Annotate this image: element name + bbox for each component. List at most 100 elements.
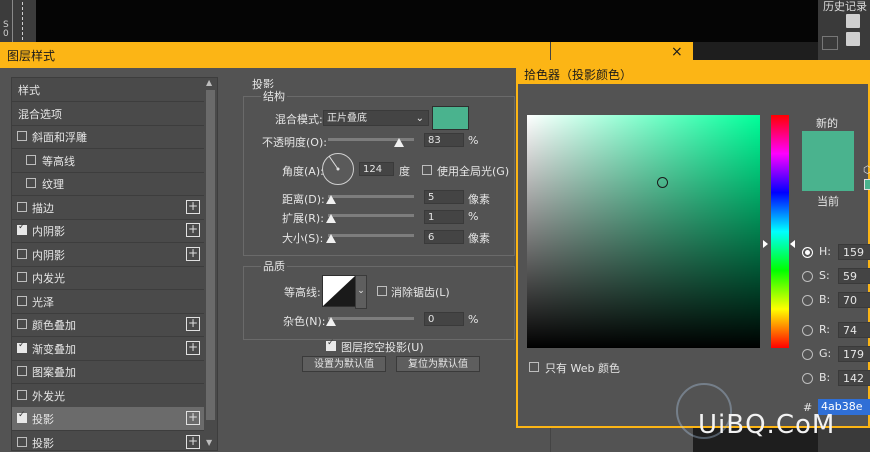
- chevron-down-icon[interactable]: ⌄: [355, 275, 367, 309]
- channel-input[interactable]: 74: [838, 322, 870, 338]
- blend-mode-select[interactable]: 正片叠底 ⌄: [323, 110, 429, 126]
- style-checkbox[interactable]: [17, 201, 27, 212]
- scrollbar-thumb[interactable]: [206, 90, 215, 420]
- add-icon[interactable]: +: [186, 317, 200, 331]
- add-icon[interactable]: +: [186, 340, 200, 355]
- style-checkbox[interactable]: [17, 272, 27, 282]
- channel-input[interactable]: 142: [838, 370, 870, 386]
- scroll-down-icon[interactable]: ▼: [206, 438, 212, 447]
- spread-slider-handle[interactable]: [326, 214, 336, 223]
- style-list-item[interactable]: 内阴影 +: [12, 219, 204, 243]
- spread-slider[interactable]: [328, 214, 414, 217]
- noise-slider-handle[interactable]: [326, 317, 336, 326]
- noise-slider[interactable]: [328, 317, 414, 320]
- size-slider[interactable]: [328, 234, 414, 237]
- add-icon[interactable]: +: [186, 223, 200, 237]
- style-checkbox[interactable]: [17, 295, 27, 306]
- reset-default-button[interactable]: 复位为默认值: [396, 356, 480, 372]
- style-checkbox[interactable]: [17, 131, 27, 141]
- picker-titlebar[interactable]: 拾色器（投影颜色）: [518, 62, 870, 84]
- channel-radio[interactable]: [802, 373, 813, 384]
- channel-radio[interactable]: [802, 325, 813, 336]
- noise-unit: %: [468, 313, 479, 326]
- knockout-checkbox[interactable]: [326, 338, 336, 351]
- global-light-label[interactable]: 使用全局光(G): [437, 163, 509, 179]
- style-item-label: 等高线: [42, 154, 75, 168]
- history-snapshot-box[interactable]: [822, 36, 838, 50]
- channel-input[interactable]: 159: [838, 244, 870, 260]
- hue-slider-left-arrow[interactable]: [763, 240, 768, 248]
- opacity-input[interactable]: 83: [424, 133, 464, 147]
- style-list-item[interactable]: 样式: [12, 78, 204, 102]
- spread-input[interactable]: 1: [424, 210, 464, 224]
- style-checkbox[interactable]: [17, 222, 27, 235]
- angle-input[interactable]: 124: [359, 162, 394, 176]
- antialias-label[interactable]: 消除锯齿(L): [391, 284, 450, 300]
- style-checkbox[interactable]: [26, 178, 36, 188]
- style-list-item[interactable]: 内阴影 +: [12, 243, 204, 267]
- style-list-item[interactable]: 斜面和浮雕: [12, 125, 204, 149]
- web-only-label[interactable]: 只有 Web 颜色: [545, 360, 620, 376]
- close-icon[interactable]: ×: [671, 44, 683, 60]
- style-checkbox[interactable]: [26, 154, 36, 165]
- style-checkbox[interactable]: [17, 389, 27, 400]
- channel-radio[interactable]: [802, 271, 813, 282]
- channel-radio[interactable]: [802, 349, 813, 360]
- size-input[interactable]: 6: [424, 230, 464, 244]
- style-checkbox[interactable]: [17, 410, 27, 423]
- angle-dial[interactable]: [321, 152, 355, 186]
- size-slider-handle[interactable]: [326, 234, 336, 243]
- style-list-scrollbar[interactable]: ▲ ▼: [205, 78, 216, 450]
- channel-radio[interactable]: [802, 295, 813, 306]
- style-list-item[interactable]: 描边 +: [12, 196, 204, 220]
- hue-slider-right-arrow[interactable]: [790, 240, 795, 248]
- style-list-item[interactable]: 渐变叠加 +: [12, 337, 204, 361]
- global-light-checkbox[interactable]: [422, 165, 432, 175]
- antialias-checkbox[interactable]: [377, 286, 387, 296]
- style-list-item[interactable]: 内发光: [12, 266, 204, 290]
- set-default-button[interactable]: 设置为默认值: [302, 356, 386, 372]
- cube-icon[interactable]: ⬡: [863, 165, 870, 176]
- style-checkbox[interactable]: [17, 340, 27, 353]
- style-list-item[interactable]: 投影 +: [12, 407, 204, 431]
- add-icon[interactable]: +: [186, 246, 200, 261]
- opacity-slider-handle[interactable]: [394, 138, 405, 147]
- style-list-item[interactable]: 纹理: [12, 172, 204, 196]
- style-list-item[interactable]: 颜色叠加 +: [12, 313, 204, 337]
- scroll-up-icon[interactable]: ▲: [206, 78, 212, 87]
- current-color-swatch[interactable]: [802, 161, 854, 191]
- channel-input[interactable]: 70: [838, 292, 870, 308]
- distance-slider-handle[interactable]: [326, 195, 336, 204]
- style-list-item[interactable]: 混合选项: [12, 102, 204, 126]
- style-list-item[interactable]: 等高线: [12, 149, 204, 173]
- history-doc-icon[interactable]: [846, 32, 860, 46]
- hue-slider[interactable]: [771, 115, 789, 348]
- distance-input[interactable]: 5: [424, 190, 464, 204]
- shadow-color-swatch[interactable]: [432, 106, 469, 130]
- saturation-brightness-field[interactable]: [527, 115, 760, 348]
- style-checkbox[interactable]: [17, 366, 27, 376]
- canvas-area: [0, 0, 820, 42]
- noise-input[interactable]: 0: [424, 312, 464, 326]
- history-doc-icon[interactable]: [846, 14, 860, 28]
- style-checkbox[interactable]: [17, 436, 27, 447]
- style-checkbox[interactable]: [17, 319, 27, 329]
- add-icon[interactable]: +: [186, 411, 200, 425]
- style-checkbox[interactable]: [17, 248, 27, 259]
- color-picker-cursor[interactable]: [657, 177, 668, 188]
- knockout-label[interactable]: 图层挖空投影(U): [341, 339, 424, 355]
- channel-radio[interactable]: [802, 247, 813, 258]
- web-only-checkbox[interactable]: [529, 362, 539, 372]
- style-list-item[interactable]: 图案叠加: [12, 360, 204, 384]
- channel-input[interactable]: 59: [838, 268, 870, 284]
- add-icon[interactable]: +: [186, 199, 200, 214]
- style-list-item[interactable]: 光泽: [12, 290, 204, 314]
- web-safe-swatch[interactable]: [864, 179, 870, 190]
- channel-input[interactable]: 179: [838, 346, 870, 362]
- history-panel-title[interactable]: 历史记录: [823, 0, 867, 14]
- contour-preview[interactable]: [322, 275, 356, 307]
- add-icon[interactable]: +: [186, 434, 200, 449]
- distance-slider[interactable]: [328, 195, 414, 198]
- style-list-item[interactable]: 投影 +: [12, 431, 204, 451]
- style-list-item[interactable]: 外发光: [12, 384, 204, 408]
